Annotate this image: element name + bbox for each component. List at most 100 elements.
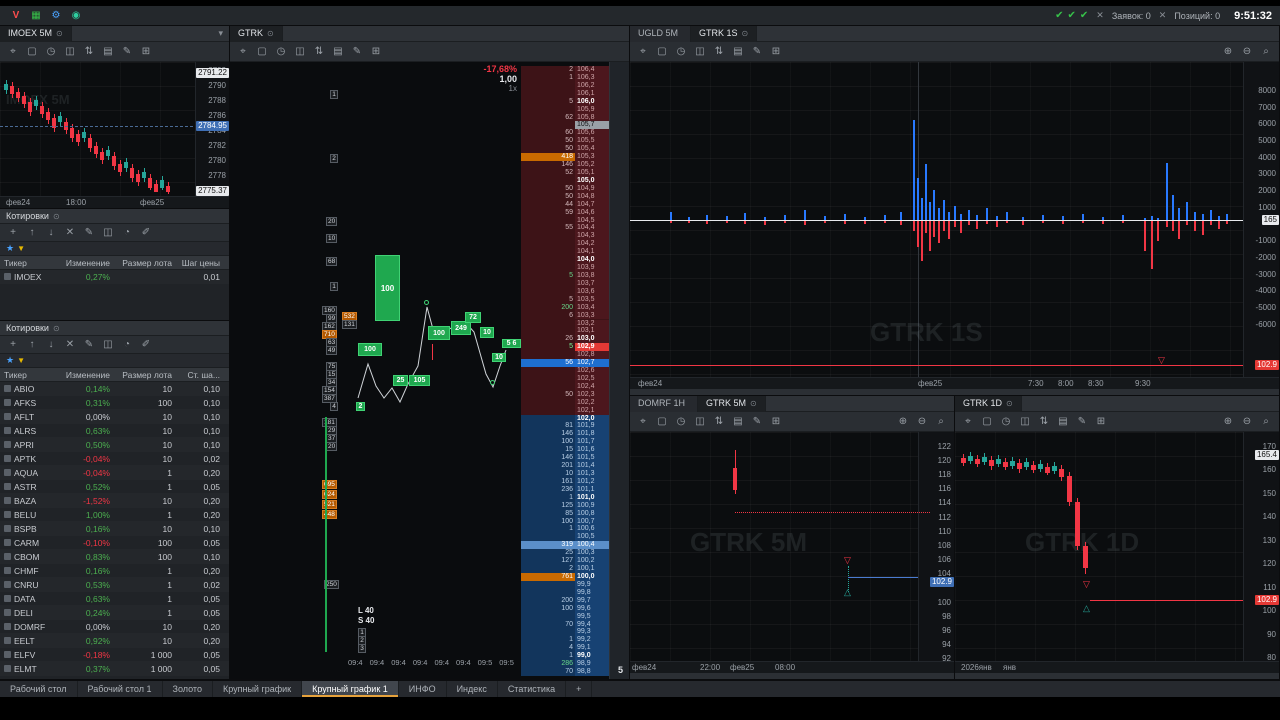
imoex-chart[interactable]: IMOEX 5M 2792279027882786278427822780277… bbox=[0, 62, 229, 196]
ladder-row[interactable]: 15 101,6 bbox=[521, 446, 609, 455]
ladder-row[interactable]: 2 100,1 bbox=[521, 565, 609, 573]
toolbar-icon[interactable]: ◷ bbox=[672, 44, 690, 60]
ladder-row[interactable]: 319 100,4 bbox=[521, 541, 609, 550]
toolbar-icon[interactable]: ✎ bbox=[348, 44, 366, 60]
quotes1-column-headers[interactable]: Тикер Изменение Размер лота Шаг цены bbox=[0, 256, 229, 270]
col-header[interactable]: Тикер bbox=[0, 258, 56, 268]
ladder-row[interactable]: 125 100,9 bbox=[521, 501, 609, 510]
toolbar-icon[interactable]: ◫ bbox=[1016, 414, 1034, 430]
workspace-tab[interactable]: Статистика bbox=[498, 681, 567, 697]
workspace-tab[interactable]: Рабочий стол bbox=[0, 681, 78, 697]
ladder-row[interactable]: 103,9 bbox=[521, 264, 609, 272]
ladder-row[interactable]: 103,7 bbox=[521, 279, 609, 288]
zoom-icon[interactable]: ⊕ bbox=[1219, 44, 1237, 60]
ladder-row[interactable]: 104,2 bbox=[521, 240, 609, 249]
ladder-row[interactable]: 201 101,4 bbox=[521, 462, 609, 471]
h-scrollbar[interactable] bbox=[955, 673, 1279, 679]
ladder-row[interactable]: 200 99,7 bbox=[521, 596, 609, 605]
ladder-row[interactable]: 5 103,5 bbox=[521, 295, 609, 304]
quotes-toolbar-icon[interactable]: ◫ bbox=[99, 337, 117, 353]
gtrk1d-axis[interactable]: 170 160 150 140 130 120 110 100 90 80 bbox=[1243, 432, 1279, 661]
quote-row[interactable]: ASTR 0,52% 1 0,05 bbox=[0, 480, 229, 494]
toolbar-icon[interactable]: ◫ bbox=[291, 44, 309, 60]
quote-row[interactable]: ABIO 0,14% 10 0,10 bbox=[0, 382, 229, 396]
cluster-volume-box[interactable]: 100 bbox=[428, 326, 450, 340]
toolbar-icon[interactable]: ⌖ bbox=[634, 44, 652, 60]
ladder-row[interactable]: 102,4 bbox=[521, 382, 609, 391]
ladder-row[interactable]: 81 101,9 bbox=[521, 422, 609, 431]
filter-icon[interactable]: ★ bbox=[6, 243, 14, 254]
ladder-row[interactable]: 100,5 bbox=[521, 533, 609, 542]
cluster-volume-box[interactable]: 25 bbox=[393, 375, 408, 386]
quotes2-column-headers[interactable]: Тикер Изменение Размер лота Ст. ша... bbox=[0, 368, 229, 382]
zoom-icon[interactable]: ⌕ bbox=[1257, 414, 1275, 430]
quote-row[interactable]: CNRU 0,53% 1 0,02 bbox=[0, 578, 229, 592]
quote-row[interactable]: AQUA -0,04% 1 0,20 bbox=[0, 466, 229, 480]
cluster-chart[interactable]: -17,68% 1,00 1x 100 100 100 249 72 10 25 105 2 5 … bbox=[230, 62, 629, 679]
ladder-row[interactable]: 59 104,6 bbox=[521, 208, 609, 217]
cluster-volume-box[interactable]: 100 bbox=[375, 255, 400, 321]
panel-dropdown-icon[interactable]: ▾ bbox=[212, 28, 229, 39]
ladder-row[interactable]: 100 99,6 bbox=[521, 604, 609, 613]
ladder-row[interactable]: 50 105,4 bbox=[521, 145, 609, 154]
ladder-row[interactable]: 236 101,1 bbox=[521, 485, 609, 494]
toolbar-icon[interactable]: ▢ bbox=[653, 414, 671, 430]
ladder-row[interactable]: 104,0 bbox=[521, 256, 609, 265]
ladder-row[interactable]: 85 100,8 bbox=[521, 509, 609, 518]
ladder-row[interactable]: 161 101,2 bbox=[521, 477, 609, 486]
ladder-row[interactable]: 104,3 bbox=[521, 232, 609, 241]
toolbar-icon[interactable]: ⊞ bbox=[767, 44, 785, 60]
ladder-row[interactable]: 5 102,9 bbox=[521, 343, 609, 352]
quotes-toolbar-icon[interactable]: ✎ bbox=[80, 337, 98, 353]
toolbar-icon[interactable]: ▤ bbox=[329, 44, 347, 60]
zoom-icon[interactable]: ⊕ bbox=[894, 414, 912, 430]
toolbar-icon[interactable]: ✎ bbox=[1073, 414, 1091, 430]
ladder-row[interactable]: 50 104,8 bbox=[521, 192, 609, 201]
col-header[interactable]: Размер лота bbox=[114, 370, 176, 380]
dom-ladder[interactable]: 2 106,4 1 106,3 106,2 106,1 5 106,0 105,… bbox=[521, 66, 609, 676]
ladder-row[interactable]: 1 99,0 bbox=[521, 652, 609, 661]
toolbar-icon[interactable]: ▤ bbox=[99, 44, 117, 60]
cluster-volume-box[interactable]: 10 bbox=[480, 327, 494, 338]
imoex-time-axis[interactable]: фев24 18:00 фев25 bbox=[0, 196, 229, 208]
quote-row[interactable]: CHMF 0,16% 1 0,20 bbox=[0, 564, 229, 578]
ladder-row[interactable]: 1 106,3 bbox=[521, 73, 609, 82]
ladder-row[interactable]: 103,1 bbox=[521, 327, 609, 336]
quote-row[interactable]: DELI 0,24% 1 0,05 bbox=[0, 606, 229, 620]
cluster-volume-box[interactable]: 100 bbox=[358, 343, 382, 356]
toolbar-icon[interactable]: ⊞ bbox=[137, 44, 155, 60]
quotes1-header[interactable]: Котировки ⊙ bbox=[0, 208, 229, 224]
ladder-row[interactable]: 62 105,8 bbox=[521, 113, 609, 122]
ladder-row[interactable]: 103,6 bbox=[521, 287, 609, 296]
toolbar-icon[interactable]: ◷ bbox=[42, 44, 60, 60]
ladder-row[interactable]: 127 100,2 bbox=[521, 557, 609, 566]
toolbar-icon[interactable]: ✎ bbox=[748, 414, 766, 430]
quotes-toolbar-icon[interactable]: ↓ bbox=[42, 337, 60, 353]
toolbar-icon[interactable]: ⌖ bbox=[4, 44, 22, 60]
toolbar-icon[interactable]: ⊞ bbox=[367, 44, 385, 60]
toolbar-icon[interactable]: ▤ bbox=[729, 414, 747, 430]
workspace-tab[interactable]: + bbox=[566, 681, 593, 697]
h-scrollbar[interactable] bbox=[630, 389, 1279, 395]
quote-row[interactable]: APRI 0,50% 10 0,10 bbox=[0, 438, 229, 452]
ladder-row[interactable]: 418 105,3 bbox=[521, 153, 609, 162]
gtrk5m-time-axis[interactable]: фев24 22:00 фев25 08:00 bbox=[630, 661, 954, 673]
gtrk1d-time-axis[interactable]: 2026янв янв bbox=[955, 661, 1279, 673]
ladder-row[interactable]: 104,1 bbox=[521, 248, 609, 257]
cluster-volume-box[interactable]: 105 bbox=[409, 375, 430, 386]
quote-row[interactable]: APTK -0,04% 10 0,02 bbox=[0, 452, 229, 466]
ladder-row[interactable]: 52 105,1 bbox=[521, 168, 609, 177]
toolbar-icon[interactable]: ▢ bbox=[653, 44, 671, 60]
toolbar-icon[interactable]: ⇅ bbox=[310, 44, 328, 60]
quotes-toolbar-icon[interactable]: ↓ bbox=[42, 225, 60, 241]
workspace-tab[interactable]: Рабочий стол 1 bbox=[78, 681, 163, 697]
zoom-icon[interactable]: ⊖ bbox=[1238, 414, 1256, 430]
filter-icon[interactable]: ▼ bbox=[17, 356, 25, 365]
quotes-toolbar-icon[interactable]: ✐ bbox=[137, 225, 155, 241]
quote-row[interactable]: BELU 1,00% 1 0,20 bbox=[0, 508, 229, 522]
toolbar-icon[interactable]: ◫ bbox=[61, 44, 79, 60]
gtrk5m-axis[interactable]: 122 120 118 116 114 112 110 108 106 104 100 98 96 94 9… bbox=[918, 432, 954, 661]
toolbar-icon[interactable]: ⊞ bbox=[1092, 414, 1110, 430]
cluster-volume-box[interactable]: 2 bbox=[356, 402, 365, 411]
app-icon[interactable]: V bbox=[8, 9, 24, 23]
